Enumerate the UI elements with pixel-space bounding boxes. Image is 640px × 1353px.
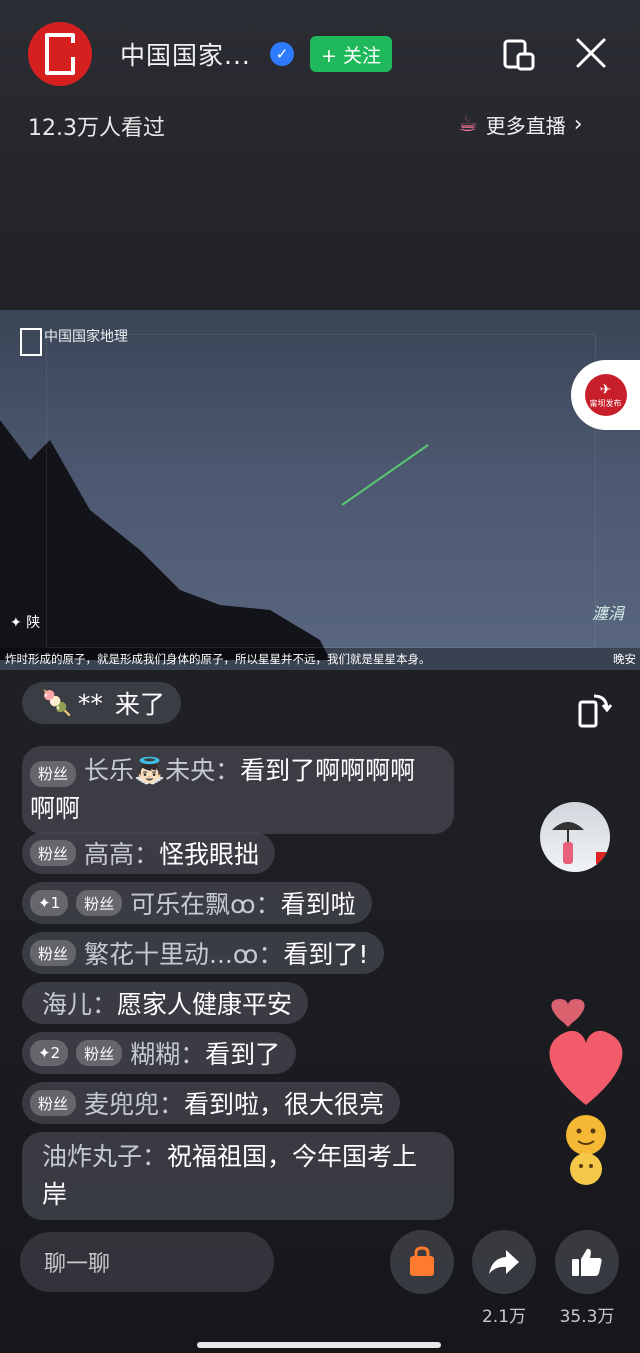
channel-logo-icon[interactable] — [28, 22, 92, 86]
like-count: 35.3万 — [559, 1307, 615, 1327]
chat-user[interactable]: 海儿 — [42, 985, 92, 1021]
chat-message: 海儿：愿家人健康平安 — [22, 982, 309, 1024]
fan-badge: 粉丝 — [30, 940, 77, 966]
screen-copy-icon[interactable] — [502, 38, 536, 72]
subtitle-right: 晚安 — [613, 652, 636, 666]
chat-message: 粉丝 麦兜兜：看到啦，很大很亮 — [22, 1082, 401, 1124]
chat-message: 油炸丸子：祝福祖国，今年国考上岸 — [22, 1132, 454, 1220]
fan-badge: 粉丝 — [76, 1040, 123, 1066]
more-live-label: 更多直播 — [485, 114, 566, 138]
chat-text: 看到啦 — [280, 890, 356, 919]
chat-message: 粉丝 繁花十里动...ꝏ：看到了! — [22, 932, 385, 974]
chat-user[interactable]: 可乐在飘ꝏ — [130, 885, 255, 921]
publisher-badge-text: 甯坝发布 — [589, 398, 622, 408]
umbrella-person-icon — [552, 822, 610, 864]
share-count: 2.1万 — [481, 1307, 527, 1327]
chat-text: 看到啦，很大很亮 — [184, 1090, 385, 1119]
chevron-right-icon: › — [573, 112, 583, 137]
fan-badge: 粉丝 — [30, 1090, 77, 1116]
thumbs-up-icon — [572, 1248, 602, 1276]
chat-message: ✦2 粉丝 糊糊：看到了 — [22, 1032, 297, 1074]
chat-user[interactable]: 糊糊 — [130, 1035, 180, 1071]
chat-message: 粉丝 高高：怪我眼拙 — [22, 832, 276, 874]
home-indicator[interactable] — [197, 1342, 441, 1348]
subtitle-text: 炸时形成的原子，就是形成我们身体的原子，所以星星并不远，我们就是星星本身。 — [5, 652, 431, 666]
video-watermark: 中国国家地理 — [44, 329, 128, 345]
channel-name[interactable]: 中国国家... — [120, 36, 251, 72]
shop-button[interactable] — [390, 1230, 454, 1294]
share-button[interactable] — [472, 1230, 536, 1294]
join-text: 来了 — [114, 690, 165, 719]
join-message: 🍡 ** 来了 — [22, 682, 181, 724]
chat-user[interactable]: 高高 — [84, 835, 134, 871]
share-arrow-icon — [489, 1250, 519, 1274]
chat-message: ✦1 粉丝 可乐在飘ꝏ：看到啦 — [22, 882, 372, 924]
join-user: ** — [77, 688, 103, 718]
chat-user[interactable]: 繁花十里动...ꝏ — [84, 935, 258, 971]
script-watermark: 瀍涓 — [592, 604, 625, 623]
follow-button[interactable]: + 关注 — [310, 36, 392, 72]
watermark-logo-icon — [20, 328, 42, 356]
fan-badge: 粉丝 — [76, 890, 123, 916]
chat-text: 怪我眼拙 — [159, 840, 260, 869]
chat-message: 粉丝 长乐👼🏻未央：看到了啊啊啊啊啊啊 — [22, 746, 454, 834]
chat-user[interactable]: 油炸丸子 — [42, 1142, 142, 1171]
like-button[interactable] — [555, 1230, 619, 1294]
fan-badge: 粉丝 — [30, 761, 77, 787]
chat-text: 看到了! — [283, 940, 369, 969]
chat-user[interactable]: 长乐👼🏻未央 — [84, 756, 215, 785]
video-inner-frame — [46, 334, 596, 648]
more-live-link[interactable]: ☕ 更多直播 › — [458, 110, 583, 139]
level-badge: ✦2 — [30, 1040, 69, 1066]
chat-text: 看到了 — [205, 1040, 281, 1069]
chat-text: 愿家人健康平安 — [117, 990, 293, 1019]
viewer-count: 12.3万人看过 — [28, 116, 165, 141]
close-icon[interactable] — [574, 36, 608, 70]
host-avatar[interactable] — [540, 802, 610, 872]
chat-user[interactable]: 麦兜兜 — [84, 1085, 159, 1121]
publisher-badge[interactable]: ✈ 甯坝发布 — [571, 360, 640, 430]
candy-icon: 🍡 — [42, 689, 72, 717]
like-hearts-animation — [549, 999, 623, 1185]
corner-watermark-text: 陕 — [26, 615, 41, 631]
corner-watermark: ✦ 陕 — [10, 615, 41, 631]
publisher-badge-icon: ✈ 甯坝发布 — [584, 374, 627, 416]
chat-input[interactable]: 聊一聊 — [20, 1232, 274, 1292]
rotate-screen-icon[interactable] — [574, 690, 614, 730]
level-badge: ✦1 — [30, 890, 69, 916]
video-subtitle: 炸时形成的原子，就是形成我们身体的原子，所以星星并不远，我们就是星星本身。 晚安 — [0, 648, 640, 670]
cup-icon: ☕ — [458, 112, 478, 137]
shopping-bag-icon — [410, 1246, 434, 1276]
fan-badge: 粉丝 — [30, 840, 77, 866]
verified-icon: ✓ — [270, 42, 294, 66]
